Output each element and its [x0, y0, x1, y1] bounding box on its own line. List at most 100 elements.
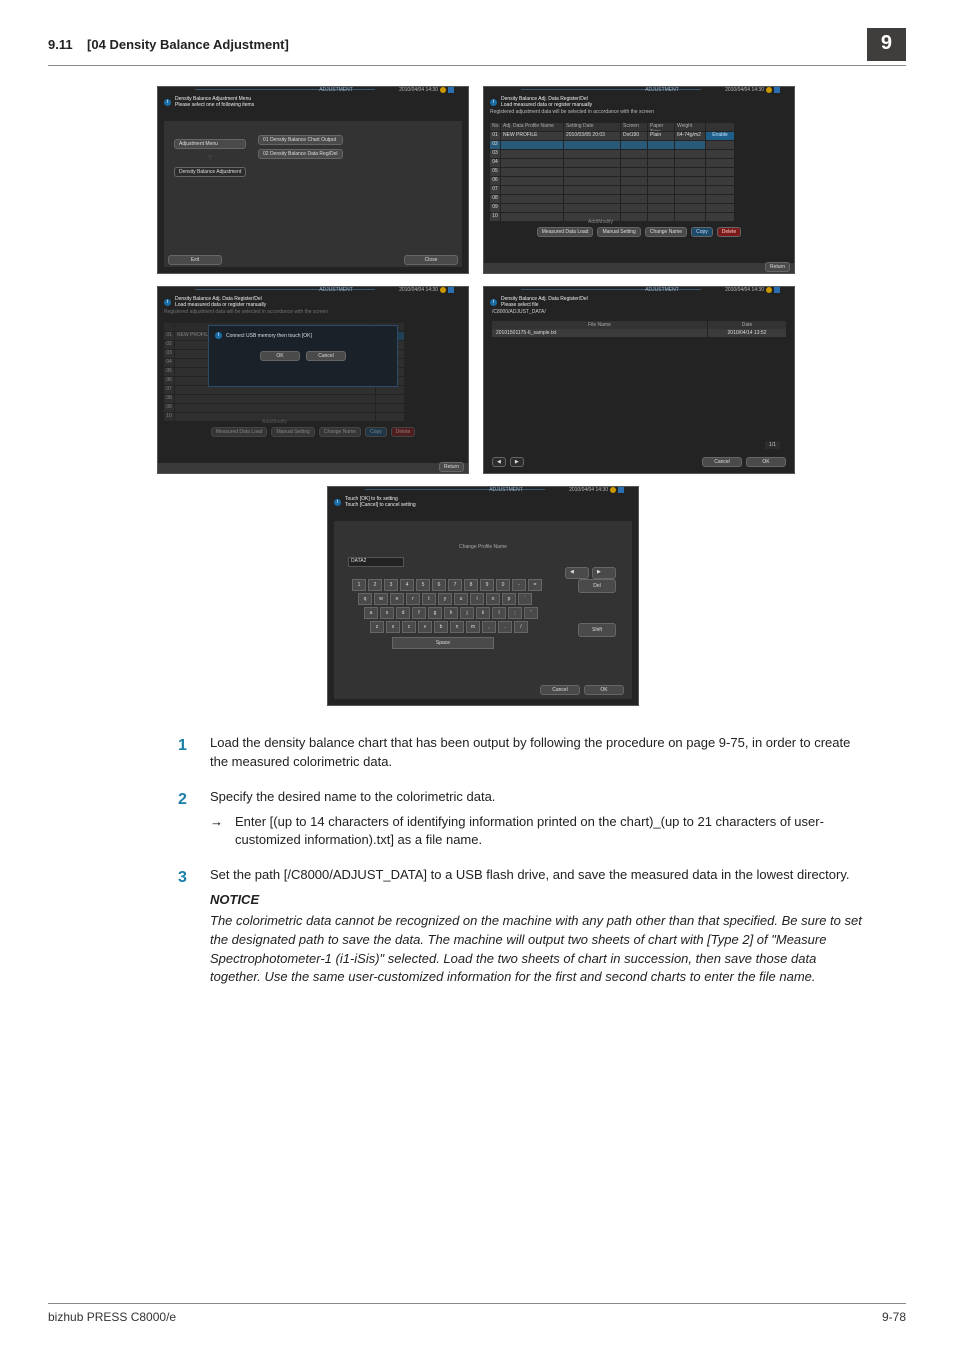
- kb-key[interactable]: `: [518, 593, 532, 605]
- kb-key[interactable]: 3: [384, 579, 398, 591]
- kb-key[interactable]: c: [402, 621, 416, 633]
- kb-key[interactable]: y: [438, 593, 452, 605]
- kb-key[interactable]: =: [528, 579, 542, 591]
- kb-key[interactable]: q: [358, 593, 372, 605]
- keyboard-title: Change Profile Name: [344, 543, 622, 551]
- kb-key[interactable]: 5: [416, 579, 430, 591]
- kb-key[interactable]: -: [512, 579, 526, 591]
- info-icon: i: [490, 299, 497, 306]
- measured-data-load-button[interactable]: Measured Data Load: [537, 227, 594, 237]
- file-path: /C8000/ADJUST_DATA/: [492, 309, 546, 315]
- kb-key[interactable]: 0: [496, 579, 510, 591]
- info-icon: i: [164, 299, 171, 306]
- cancel-button[interactable]: Cancel: [702, 457, 742, 467]
- screenshot-panel-data-table: ADJUSTMENT 2010/04/04 14:30 iDensity Bal…: [483, 86, 795, 274]
- table-row[interactable]: 02: [490, 141, 788, 149]
- kb-key[interactable]: v: [418, 621, 432, 633]
- kb-key[interactable]: 8: [464, 579, 478, 591]
- kb-key[interactable]: u: [454, 593, 468, 605]
- notice-heading: NOTICE: [210, 891, 866, 910]
- chapter-number: 9: [867, 28, 906, 61]
- kb-key[interactable]: n: [450, 621, 464, 633]
- return-button[interactable]: Return: [439, 462, 464, 472]
- kb-key[interactable]: d: [396, 607, 410, 619]
- ok-button[interactable]: OK: [746, 457, 786, 467]
- kb-key[interactable]: a: [364, 607, 378, 619]
- info-icon: i: [334, 499, 341, 506]
- table-row[interactable]: 08: [490, 195, 788, 203]
- kb-key[interactable]: t: [422, 593, 436, 605]
- step-body: Specify the desired name to the colorime…: [210, 788, 866, 807]
- next-button[interactable]: ▶: [510, 457, 524, 467]
- density-balance-chart-output-button[interactable]: 01 Density Balance Chart Output: [258, 135, 343, 145]
- table-row[interactable]: 05: [490, 168, 788, 176]
- kb-key[interactable]: f: [412, 607, 426, 619]
- dialog-cancel-button[interactable]: Cancel: [306, 351, 346, 361]
- table-row[interactable]: 06: [490, 177, 788, 185]
- kb-key[interactable]: ': [524, 607, 538, 619]
- return-button[interactable]: Return: [765, 262, 790, 272]
- kb-key[interactable]: ,: [482, 621, 496, 633]
- kb-key[interactable]: 2: [368, 579, 382, 591]
- kb-key[interactable]: p: [502, 593, 516, 605]
- help-text: Registered adjustment data will be selec…: [490, 109, 788, 115]
- cursor-left-button[interactable]: ◀: [565, 567, 589, 579]
- cancel-button[interactable]: Cancel: [540, 685, 580, 695]
- manual-setting-button[interactable]: Manual Setting: [597, 227, 640, 237]
- footer-page: 9-78: [882, 1310, 906, 1324]
- kb-del-button[interactable]: Del: [578, 579, 616, 593]
- exit-button[interactable]: Exit: [168, 255, 222, 265]
- kb-key[interactable]: b: [434, 621, 448, 633]
- kb-key[interactable]: 9: [480, 579, 494, 591]
- close-button[interactable]: Close: [404, 255, 458, 265]
- change-name-button[interactable]: Change Name: [645, 227, 687, 237]
- density-balance-adjustment-button[interactable]: Density Balance Adjustment: [174, 167, 246, 177]
- kb-key[interactable]: w: [374, 593, 388, 605]
- info-icon: i: [215, 332, 222, 339]
- kb-key[interactable]: 6: [432, 579, 446, 591]
- table-row[interactable]: 09: [490, 204, 788, 212]
- kb-key[interactable]: ;: [508, 607, 522, 619]
- kb-key[interactable]: 7: [448, 579, 462, 591]
- kb-key[interactable]: 1: [352, 579, 366, 591]
- kb-key[interactable]: 4: [400, 579, 414, 591]
- kb-key[interactable]: l: [492, 607, 506, 619]
- density-balance-data-regdel-button[interactable]: 02 Density Balance Data Reg/Del: [258, 149, 343, 159]
- kb-key[interactable]: h: [444, 607, 458, 619]
- prev-button[interactable]: ◀: [492, 457, 506, 467]
- onscreen-keyboard: 1234567890-= qwertyuiop` asdfghjkl;' zxc…: [352, 579, 542, 651]
- kb-key[interactable]: j: [460, 607, 474, 619]
- enable-toggle[interactable]: Enable: [706, 132, 734, 140]
- kb-shift-button[interactable]: Shift: [578, 623, 616, 637]
- kb-key[interactable]: z: [370, 621, 384, 633]
- cursor-right-button[interactable]: ▶: [592, 567, 616, 579]
- kb-key[interactable]: o: [486, 593, 500, 605]
- kb-key[interactable]: /: [514, 621, 528, 633]
- table-row[interactable]: 07: [490, 186, 788, 194]
- screenshot-panel-file-select: ADJUSTMENT 2010/04/04 14:30 iDensity Bal…: [483, 286, 795, 474]
- kb-key[interactable]: .: [498, 621, 512, 633]
- info-icon: i: [490, 99, 497, 106]
- kb-key[interactable]: s: [380, 607, 394, 619]
- table-row[interactable]: 03: [490, 150, 788, 158]
- table-row[interactable]: 10: [490, 213, 788, 221]
- table-row[interactable]: 04: [490, 159, 788, 167]
- kb-key[interactable]: e: [390, 593, 404, 605]
- kb-key[interactable]: r: [406, 593, 420, 605]
- kb-key[interactable]: g: [428, 607, 442, 619]
- screenshot-panel-keyboard: ADJUSTMENT 2010/04/04 14:30 iTouch [OK] …: [327, 486, 639, 706]
- table-row[interactable]: 01 NEW PROFILE 2010/03/05 20:03 Dot190 P…: [490, 132, 788, 140]
- kb-key[interactable]: k: [476, 607, 490, 619]
- ok-button[interactable]: OK: [584, 685, 624, 695]
- kb-key[interactable]: x: [386, 621, 400, 633]
- profile-name-input[interactable]: DATA2: [348, 557, 404, 567]
- kb-key[interactable]: m: [466, 621, 480, 633]
- file-row[interactable]: 20101501175-6_sample.txt2010/04/14 13:52: [492, 329, 786, 337]
- delete-button[interactable]: Delete: [717, 227, 741, 237]
- dialog-ok-button[interactable]: OK: [260, 351, 300, 361]
- screenshot-panel-usb-dialog: ADJUSTMENT 2010/04/04 14:30 iDensity Bal…: [157, 286, 469, 474]
- kb-key[interactable]: i: [470, 593, 484, 605]
- kb-space-key[interactable]: Space: [392, 637, 494, 649]
- adjustment-menu-button[interactable]: Adjustment Menu: [174, 139, 246, 149]
- copy-button[interactable]: Copy: [691, 227, 713, 237]
